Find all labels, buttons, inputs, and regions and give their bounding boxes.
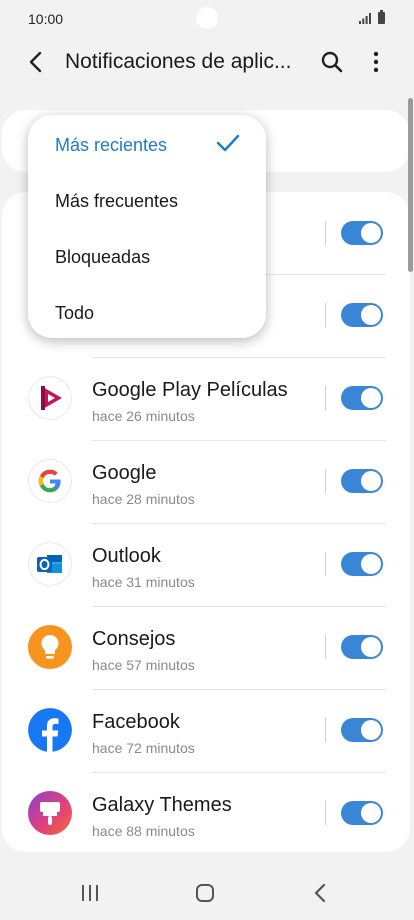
battery-icon: [378, 10, 385, 24]
dropdown-item-todo[interactable]: Todo: [55, 303, 94, 324]
system-navigation-bar: [0, 864, 414, 920]
app-last-notification-time: hace 88 minutos: [92, 823, 195, 839]
app-name: Consejos: [92, 628, 176, 650]
home-icon[interactable]: [196, 884, 214, 902]
app-name: Galaxy Themes: [92, 794, 232, 816]
app-last-notification-time: hace 57 minutos: [92, 657, 195, 673]
divider: [92, 357, 386, 358]
divider: [92, 606, 386, 607]
notification-toggle[interactable]: [341, 386, 383, 410]
list-item[interactable]: Galaxy Themes hace 88 minutos: [2, 772, 410, 852]
back-icon[interactable]: [312, 883, 328, 903]
scrollbar[interactable]: [408, 98, 413, 272]
notification-toggle[interactable]: [341, 221, 383, 245]
tips-lightbulb-icon: [28, 625, 72, 669]
list-item[interactable]: Google Play Películas hace 26 minutos: [2, 357, 410, 440]
status-time: 10:00: [28, 11, 64, 27]
divider: [92, 523, 386, 524]
list-item[interactable]: Outlook hace 31 minutos: [2, 523, 410, 606]
dropdown-item-bloqueadas[interactable]: Bloqueadas: [55, 247, 150, 268]
signal-icon: [359, 13, 371, 24]
search-icon[interactable]: [320, 50, 344, 74]
app-bar: Notificaciones de aplic...: [0, 38, 414, 88]
status-bar: 10:00: [0, 0, 414, 38]
app-name: Google: [92, 462, 157, 484]
divider: [92, 440, 386, 441]
google-play-movies-icon: [28, 376, 72, 420]
divider: [92, 772, 386, 773]
camera-cutout: [196, 7, 218, 29]
divider: [325, 303, 326, 327]
notification-toggle[interactable]: [341, 552, 383, 576]
checkmark-icon: [216, 134, 240, 152]
divider: [92, 689, 386, 690]
app-last-notification-time: hace 72 minutos: [92, 740, 195, 756]
page-title: Notificaciones de aplic...: [65, 50, 292, 73]
app-name: Google Play Películas: [92, 379, 288, 401]
list-item[interactable]: Facebook hace 72 minutos: [2, 689, 410, 772]
app-last-notification-time: hace 28 minutos: [92, 491, 195, 507]
divider: [325, 718, 326, 742]
app-last-notification-time: hace 31 minutos: [92, 574, 195, 590]
list-item[interactable]: Consejos hace 57 minutos: [2, 606, 410, 689]
app-name: Outlook: [92, 545, 161, 567]
divider: [325, 552, 326, 576]
list-item[interactable]: Google hace 28 minutos: [2, 440, 410, 523]
galaxy-themes-icon: [28, 791, 72, 835]
notification-toggle[interactable]: [341, 469, 383, 493]
divider: [325, 386, 326, 410]
app-last-notification-time: hace 26 minutos: [92, 408, 195, 424]
app-name: Facebook: [92, 711, 180, 733]
divider: [325, 469, 326, 493]
dropdown-item-mas-frecuentes[interactable]: Más frecuentes: [55, 191, 178, 212]
notification-toggle[interactable]: [341, 718, 383, 742]
more-options-icon[interactable]: [364, 50, 388, 74]
divider: [325, 221, 326, 245]
divider: [325, 801, 326, 825]
dropdown-item-mas-recientes[interactable]: Más recientes: [55, 135, 167, 156]
outlook-icon: [28, 542, 72, 586]
google-icon: [28, 459, 72, 503]
notification-toggle[interactable]: [341, 801, 383, 825]
back-arrow-icon[interactable]: [26, 50, 46, 74]
facebook-icon: [28, 708, 72, 752]
notification-toggle[interactable]: [341, 303, 383, 327]
notification-toggle[interactable]: [341, 635, 383, 659]
recent-apps-icon[interactable]: [80, 884, 100, 902]
sort-dropdown-menu: Más recientes Más frecuentes Bloqueadas …: [28, 115, 266, 338]
divider: [325, 635, 326, 659]
